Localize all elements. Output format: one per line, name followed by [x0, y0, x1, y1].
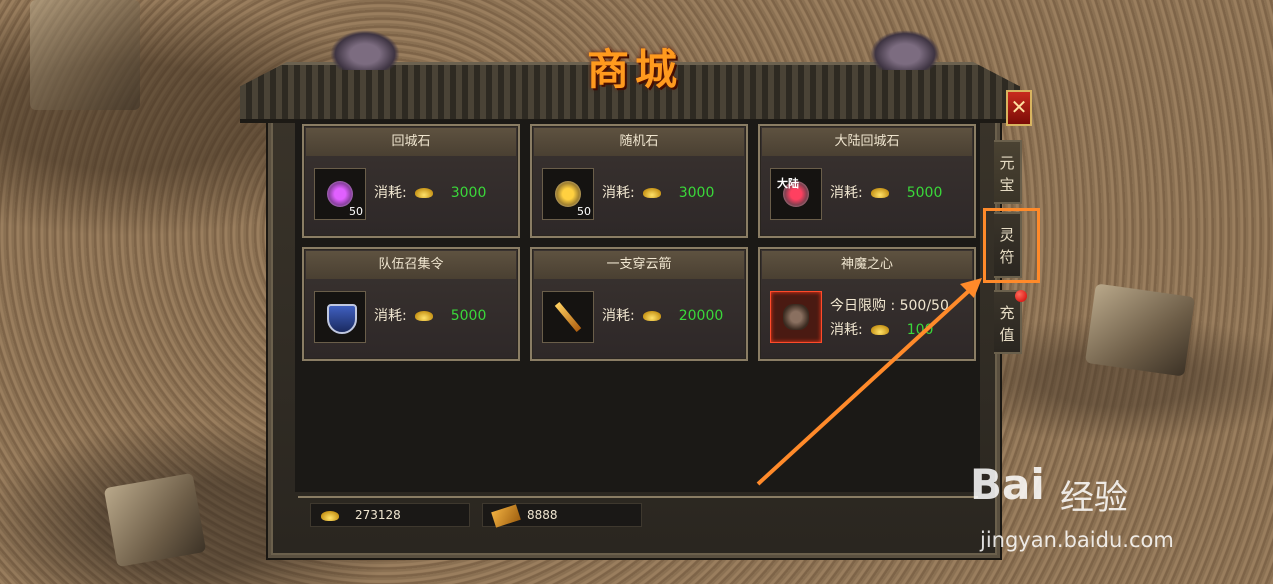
ingot-amount: 273128	[355, 508, 401, 522]
watermark-url: jingyan.baidu.com	[980, 528, 1174, 552]
ingot-balance: 273128	[310, 503, 470, 527]
watermark-brand-cn: 经验	[1060, 478, 1128, 518]
watermark-brand: Bai	[970, 460, 1045, 509]
ticket-icon	[491, 503, 521, 528]
ticket-amount: 8888	[527, 508, 558, 522]
footer-divider	[298, 496, 978, 498]
ticket-balance: 8888	[482, 503, 642, 528]
ingot-icon	[321, 510, 339, 521]
